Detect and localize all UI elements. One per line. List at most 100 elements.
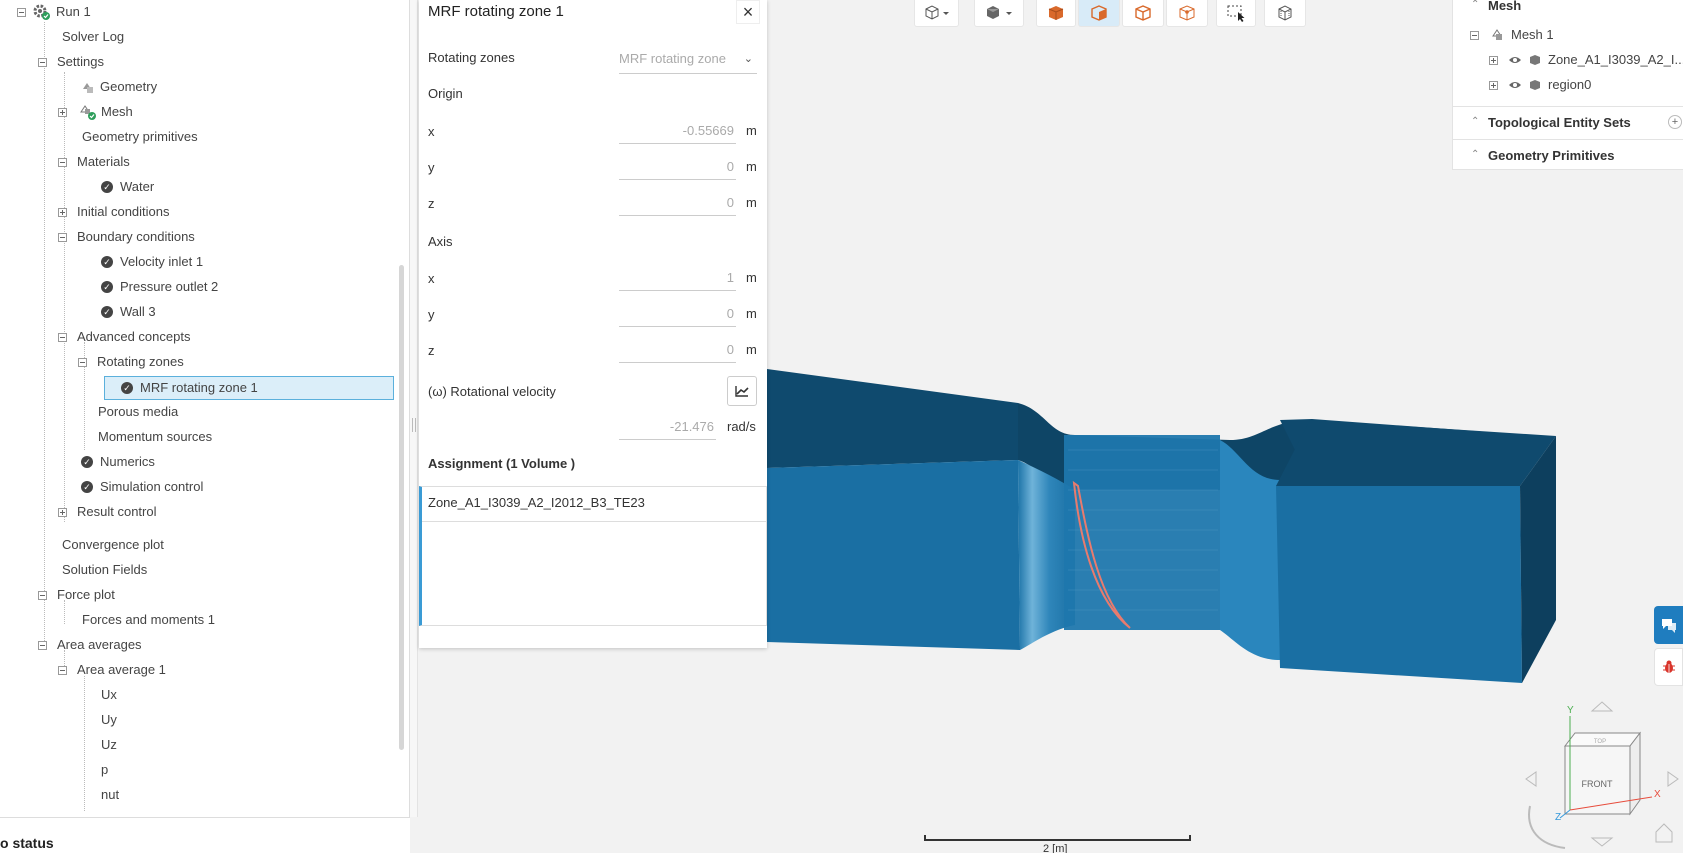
check-icon: ✓ [81, 456, 93, 468]
mesh-section-header[interactable]: ⌃ Mesh [1453, 0, 1683, 22]
geometry-primitives-title: Geometry Primitives [1488, 148, 1615, 163]
tree-item-boundary-conditions[interactable]: Boundary conditions [58, 226, 195, 248]
tree-label: Area averages [57, 637, 142, 652]
eye-icon[interactable] [1508, 80, 1522, 90]
tree-item-advanced-concepts[interactable]: Advanced concepts [58, 326, 190, 348]
tree-label: Geometry primitives [82, 129, 198, 144]
tree-item-rotating-zones[interactable]: Rotating zones [78, 351, 184, 373]
tree-item-materials[interactable]: Materials [58, 151, 130, 173]
tree-item-settings[interactable]: Settings [38, 51, 104, 73]
rotating-zone-type-select[interactable]: MRF rotating zone ⌄ [619, 46, 757, 74]
collapse-toggle[interactable] [78, 357, 87, 367]
tree-item-ux[interactable]: Ux [97, 684, 117, 706]
tree-item-p[interactable]: p [97, 759, 108, 781]
tree-label: Mesh [101, 104, 133, 119]
rotate-up-icon[interactable] [1590, 701, 1614, 712]
scene-item-zone[interactable]: Zone_A1_I3039_A2_I... [1489, 49, 1683, 71]
panel-resize-handle[interactable] [410, 0, 418, 817]
collapse-toggle[interactable] [58, 332, 67, 342]
tree-item-mesh[interactable]: Mesh [58, 101, 133, 123]
axis-x-input[interactable]: 1 [619, 265, 736, 291]
tree-item-run[interactable]: Run 1 [17, 1, 91, 23]
eye-icon[interactable] [1508, 55, 1522, 65]
tree-item-area-averages[interactable]: Area averages [38, 634, 142, 656]
expand-toggle[interactable] [58, 507, 67, 517]
render-mode-dropdown-button[interactable] [974, 0, 1024, 27]
view-cube[interactable]: FRONT TOP Y X Z [1525, 701, 1679, 849]
expand-toggle[interactable] [58, 207, 67, 217]
tree-item-velocity-inlet[interactable]: ✓ Velocity inlet 1 [101, 251, 203, 273]
expand-toggle[interactable] [1489, 55, 1498, 65]
assignment-title: Assignment (1 Volume ) [428, 456, 576, 471]
tree-item-momentum-sources[interactable]: Momentum sources [94, 426, 212, 448]
rotational-velocity-input[interactable]: -21.476 [619, 414, 716, 440]
collapse-toggle[interactable] [58, 665, 67, 675]
collapse-toggle[interactable] [17, 7, 26, 17]
tree-item-simulation-control[interactable]: ✓ Simulation control [81, 476, 203, 498]
tree-item-pressure-outlet[interactable]: ✓ Pressure outlet 2 [101, 276, 218, 298]
collapse-toggle[interactable] [38, 57, 47, 67]
collapse-toggle[interactable] [58, 232, 67, 242]
axis-z-input[interactable]: 0 [619, 337, 736, 363]
scene-item-region[interactable]: region0 [1489, 74, 1591, 96]
tree-item-result-control[interactable]: Result control [58, 501, 156, 523]
rotate-left-icon[interactable] [1525, 771, 1537, 787]
expand-toggle[interactable] [1489, 80, 1498, 90]
origin-z-input[interactable]: 0 [619, 190, 736, 216]
tree-label: Solution Fields [62, 562, 148, 577]
origin-y-input[interactable]: 0 [619, 154, 736, 180]
assignment-item[interactable]: Zone_A1_I3039_A2_I2012_B3_TE23 [428, 495, 645, 510]
tree-item-forces-moments[interactable]: Forces and moments 1 [78, 609, 215, 631]
collapse-toggle[interactable] [1470, 30, 1479, 40]
tree-item-nut[interactable]: nut [97, 784, 119, 806]
collapse-toggle[interactable] [38, 590, 47, 600]
tree-item-geometry-primitives[interactable]: Geometry primitives [78, 126, 198, 148]
tree-label: Numerics [100, 454, 155, 469]
tree-item-uz[interactable]: Uz [97, 734, 117, 756]
tree-item-wall[interactable]: ✓ Wall 3 [101, 301, 156, 323]
axis-z-label: z [428, 343, 435, 358]
tree-item-solver-log[interactable]: Solver Log [58, 26, 124, 48]
tree-item-mrf-rotating-zone[interactable]: ✓ MRF rotating zone 1 [121, 377, 258, 399]
tree-item-area-average-1[interactable]: Area average 1 [58, 659, 166, 681]
tree-item-force-plot[interactable]: Force plot [38, 584, 115, 606]
view-mode-dropdown-button[interactable] [914, 0, 959, 27]
rotate-down-icon[interactable] [1590, 837, 1614, 847]
select-vertices-button[interactable] [1166, 0, 1208, 27]
rotating-zone-type-value: MRF rotating zone [619, 51, 726, 66]
select-volumes-button[interactable] [1036, 0, 1076, 27]
select-edges-button[interactable] [1122, 0, 1164, 27]
tree-item-initial-conditions[interactable]: Initial conditions [58, 201, 170, 223]
add-icon[interactable]: + [1668, 115, 1682, 129]
cube-side-face[interactable] [1629, 731, 1641, 816]
tree-scrollbar[interactable] [399, 265, 404, 750]
home-view-icon[interactable] [1655, 823, 1673, 843]
assignment-list[interactable]: Zone_A1_I3039_A2_I2012_B3_TE23 [419, 486, 767, 626]
tree-item-solution-fields[interactable]: Solution Fields [58, 559, 147, 581]
axis-y-input[interactable]: 0 [619, 301, 736, 327]
origin-x-input[interactable]: -0.55669 [619, 118, 736, 144]
table-input-button[interactable] [727, 376, 757, 406]
scene-item-mesh1[interactable]: Mesh 1 [1470, 24, 1554, 46]
close-button[interactable]: × [736, 0, 760, 24]
tree-item-geometry[interactable]: Geometry [80, 76, 157, 98]
rotate-right-icon[interactable] [1667, 771, 1679, 787]
box-select-button[interactable] [1216, 0, 1256, 27]
collapse-toggle[interactable] [58, 157, 67, 167]
job-status-bar[interactable]: o status [0, 817, 410, 853]
topological-sets-header[interactable]: ⌃ Topological Entity Sets + [1453, 106, 1683, 138]
report-bug-button[interactable] [1654, 648, 1683, 686]
section-view-button[interactable] [1264, 0, 1306, 27]
scale-bar [924, 835, 1191, 841]
geometry-primitives-header[interactable]: ⌃ Geometry Primitives [1453, 139, 1683, 171]
expand-toggle[interactable] [58, 107, 67, 117]
collapse-toggle[interactable] [38, 640, 47, 650]
chat-button[interactable] [1654, 606, 1683, 644]
tree-item-uy[interactable]: Uy [97, 709, 117, 731]
tree-item-porous-media[interactable]: Porous media [94, 401, 178, 423]
tree-label: Materials [77, 154, 130, 169]
select-faces-button[interactable] [1078, 0, 1120, 27]
tree-item-numerics[interactable]: ✓ Numerics [81, 451, 155, 473]
tree-item-water[interactable]: ✓ Water [101, 176, 154, 198]
tree-item-convergence-plot[interactable]: Convergence plot [58, 534, 164, 556]
